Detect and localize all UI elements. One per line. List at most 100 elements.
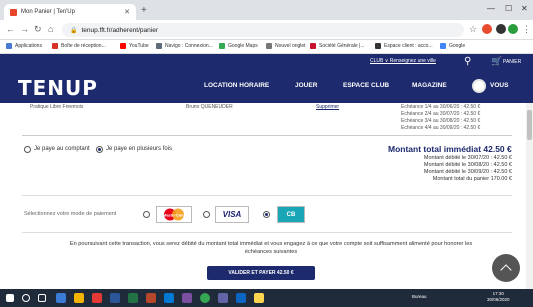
nav-espace-club[interactable]: ESPACE CLUB: [343, 82, 389, 89]
bookmark-item[interactable]: Google Maps: [219, 43, 258, 49]
star-icon[interactable]: ☆: [469, 24, 477, 35]
favicon-icon: [10, 8, 17, 16]
bookmark-item[interactable]: Nouvel onglet: [266, 43, 306, 49]
radio-visa[interactable]: [203, 211, 210, 218]
windows-start-icon[interactable]: [6, 294, 14, 302]
visa-logo[interactable]: VISA: [215, 206, 249, 223]
back-icon[interactable]: ←: [6, 24, 15, 34]
app-icon[interactable]: [92, 293, 102, 303]
echeance-line: Echéance 2/4 au 30/07/20 : 42.50 €: [401, 111, 481, 117]
bookmarks-bar: Applications Boîte de réception... YouTu…: [0, 40, 533, 54]
mastercard-logo[interactable]: MasterCard: [156, 206, 192, 223]
radio-comptant-label: Je paye au comptant: [34, 146, 90, 152]
page-icon: [375, 43, 381, 49]
extension-icon[interactable]: [482, 24, 492, 34]
echeance-line: Echéance 3/4 au 30/08/20 : 42.50 €: [401, 118, 481, 124]
maximize-icon[interactable]: ☐: [505, 4, 512, 13]
word-icon[interactable]: [110, 293, 120, 303]
outlook-icon[interactable]: [164, 293, 174, 303]
bookmark-item[interactable]: Société Générale |...: [310, 43, 365, 49]
montant-total-title: Montant total immédiat 42.50 €: [388, 144, 512, 154]
apps-icon: [6, 43, 12, 49]
app-icon[interactable]: [236, 293, 246, 303]
url-text: tenup.fft.fr/adherent/panier: [81, 26, 158, 34]
mail-icon: [52, 43, 58, 49]
chevron-up-icon: [500, 264, 512, 276]
forward-icon[interactable]: →: [20, 24, 29, 34]
nav-location-horaire[interactable]: LOCATION HORAIRE: [204, 82, 269, 89]
explorer-icon[interactable]: [74, 293, 84, 303]
cb-logo[interactable]: CB: [277, 206, 305, 223]
debit-total: Montant total du panier 170.00 €: [432, 176, 512, 182]
home-icon[interactable]: ⌂: [48, 24, 53, 34]
edge-icon[interactable]: [56, 293, 66, 303]
radio-mastercard[interactable]: [143, 211, 150, 218]
reload-icon[interactable]: ↻: [34, 24, 42, 35]
menu-icon[interactable]: ⋮: [522, 24, 531, 35]
member-name: Bruno QUENEUDER: [186, 104, 233, 110]
bookmark-item[interactable]: YouTube: [120, 43, 149, 49]
task-view-icon[interactable]: [38, 294, 46, 302]
echeance-line: Echéance 4/4 au 30/09/20 : 42.50 €: [401, 125, 481, 131]
teams-icon[interactable]: [218, 293, 228, 303]
lock-icon: 🔒: [70, 27, 78, 34]
nav-jouer[interactable]: JOUER: [295, 82, 317, 89]
chrome-icon[interactable]: [200, 293, 210, 303]
profile-icon[interactable]: [508, 24, 518, 34]
clock-date: 30/06/2020: [487, 297, 510, 302]
bank-icon: [310, 43, 316, 49]
debit-line: Montant débité le 30/08/20 : 42.50 €: [423, 162, 512, 168]
search-icon[interactable]: [22, 294, 30, 302]
url-bar[interactable]: 🔒 tenup.fft.fr/adherent/panier: [62, 23, 464, 37]
browser-tab[interactable]: Mon Panier | Ten'Up ✕: [4, 4, 136, 20]
google-icon: [440, 43, 446, 49]
new-tab-icon[interactable]: +: [141, 5, 147, 16]
remove-link[interactable]: Supprimer: [316, 104, 339, 110]
bookmark-item[interactable]: Applications: [6, 43, 42, 49]
payment-info-text: En poursuivant cette transaction, vous s…: [69, 241, 473, 255]
powerpoint-icon[interactable]: [146, 293, 156, 303]
cart-icon[interactable]: 🛒: [491, 56, 502, 67]
extension-icon[interactable]: [496, 24, 506, 34]
user-avatar-icon[interactable]: [472, 79, 486, 93]
excel-icon[interactable]: [128, 293, 138, 303]
mastercard-icon: MasterCard: [163, 208, 186, 221]
club-city-link[interactable]: CLUB ∨ Renseignez une ville: [370, 58, 436, 64]
cart-label[interactable]: PANIER: [503, 59, 521, 65]
debit-line: Montant débité le 30/07/20 : 42.50 €: [423, 155, 512, 161]
bookmark-item[interactable]: Boîte de réception...: [52, 43, 106, 49]
taskbar-clock[interactable]: 17:30 30/06/2020: [487, 291, 510, 303]
minimize-icon[interactable]: —: [487, 4, 495, 13]
bookmark-item[interactable]: Navigo : Connexion...: [156, 43, 213, 49]
nav-magazine[interactable]: MAGAZINE: [412, 82, 447, 89]
navigo-icon: [156, 43, 162, 49]
radio-plusieurs-label: Je paye en plusieurs fois: [106, 146, 173, 152]
tenup-logo[interactable]: TENUP: [18, 76, 98, 100]
nav-vous[interactable]: VOUS: [490, 82, 508, 89]
echeance-line: Echéance 1/4 au 30/06/20 : 42.50 €: [401, 104, 481, 110]
close-tab-icon[interactable]: ✕: [124, 8, 130, 16]
svg-text:MasterCard: MasterCard: [163, 213, 186, 218]
search-icon[interactable]: ⚲: [464, 56, 471, 67]
onenote-icon[interactable]: [182, 293, 192, 303]
validate-pay-button[interactable]: VALIDER ET PAYER 42.50 €: [207, 266, 315, 280]
radio-plusieurs-fois[interactable]: [96, 146, 103, 153]
radio-comptant[interactable]: [24, 146, 31, 153]
tab-title: Mon Panier | Ten'Up: [21, 9, 75, 15]
app-icon[interactable]: [254, 293, 264, 303]
bookmark-item[interactable]: Espace client : acco...: [375, 43, 433, 49]
youtube-icon: [120, 43, 126, 49]
tray-label[interactable]: Bureau: [412, 294, 427, 299]
close-window-icon[interactable]: ✕: [521, 4, 528, 13]
page-icon: [266, 43, 272, 49]
site-top-strip: CLUB ∨ Renseignez une ville ⚲ 🛒 PANIER: [0, 54, 533, 70]
scrollbar-thumb[interactable]: [527, 110, 532, 140]
select-mode-label: Sélectionnez votre mode de paiement: [24, 211, 117, 217]
product-name: Pratique Libre Freemois: [30, 104, 84, 110]
radio-cb[interactable]: [263, 211, 270, 218]
debit-line: Montant débité le 30/09/20 : 42.50 €: [423, 169, 512, 175]
scroll-to-top-button[interactable]: [492, 254, 520, 282]
maps-icon: [219, 43, 225, 49]
tab-strip: Mon Panier | Ten'Up ✕ + — ☐ ✕: [0, 0, 533, 20]
bookmark-item[interactable]: Google: [440, 43, 465, 49]
